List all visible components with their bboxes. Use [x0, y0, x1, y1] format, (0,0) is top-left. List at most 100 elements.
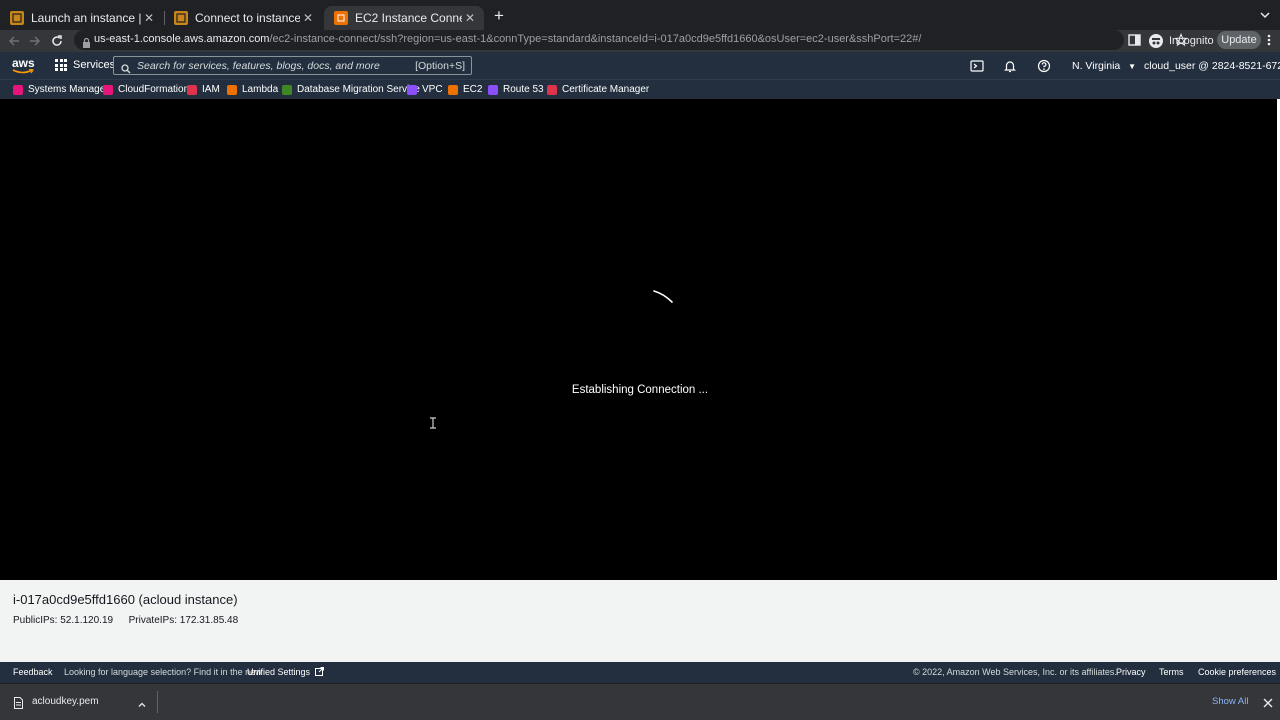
side-panel-icon[interactable] — [1128, 33, 1141, 47]
download-file-name[interactable]: acloudkey.pem — [32, 696, 99, 707]
favorite-vpc[interactable]: VPC — [407, 84, 443, 95]
lambda-icon — [227, 84, 237, 95]
account-label: cloud_user @ 2824-8521-6722 — [1144, 60, 1280, 72]
url-path: /ec2-instance-connect/ssh?region=us-east… — [269, 33, 922, 45]
aws-logo-text: aws — [12, 56, 35, 70]
search-icon — [121, 61, 131, 74]
more-vert-icon[interactable] — [1264, 33, 1274, 47]
address-bar[interactable]: us-east-1.console.aws.amazon.com/ec2-ins… — [74, 30, 1188, 50]
tab-launch-instance[interactable]: Launch an instance | EC2 Mana ✕ — [0, 6, 163, 30]
tab-title: Connect to instance | EC2 Man — [195, 11, 300, 25]
favorite-label: Database Migration Service — [297, 84, 420, 95]
browser-toolbar: us-east-1.console.aws.amazon.com/ec2-ins… — [0, 30, 1280, 52]
close-icon[interactable]: ✕ — [141, 11, 157, 25]
favorite-label: EC2 — [463, 84, 483, 95]
search-placeholder: Search for services, features, blogs, do… — [137, 60, 380, 72]
tab-connect-instance[interactable]: Connect to instance | EC2 Man ✕ — [164, 6, 322, 30]
favorites-bar: Systems Manager CloudFormation IAM Lambd… — [0, 79, 1280, 99]
close-icon[interactable]: ✕ — [300, 11, 316, 25]
terms-link[interactable]: Terms — [1159, 667, 1184, 677]
terminal-area[interactable] — [0, 99, 1277, 580]
route53-icon — [488, 84, 498, 95]
favorite-label: IAM — [202, 84, 220, 95]
help-icon[interactable] — [1037, 59, 1051, 73]
caret-down-icon: ▼ — [1128, 62, 1137, 71]
unified-settings-label: Unified Settings — [247, 667, 311, 677]
chevron-up-icon[interactable] — [137, 697, 147, 707]
tab-title: EC2 Instance Connect — [355, 11, 462, 25]
instance-ips: PublicIPs: 52.1.120.19 PrivateIPs: 172.3… — [13, 615, 238, 626]
close-icon[interactable]: ✕ — [462, 11, 478, 25]
incognito-icon — [1149, 34, 1163, 48]
show-all-link[interactable]: Show All — [1212, 696, 1248, 707]
favorite-label: CloudFormation — [118, 84, 190, 95]
region-selector[interactable]: N. Virginia ▼ — [1072, 60, 1136, 72]
tab-title: Launch an instance | EC2 Mana — [31, 11, 141, 25]
close-icon[interactable] — [1262, 696, 1274, 708]
incognito-indicator[interactable]: Incognito — [1149, 32, 1214, 50]
favorite-iam[interactable]: IAM — [187, 84, 220, 95]
favorite-cloudformation[interactable]: CloudFormation — [103, 84, 189, 95]
cloudformation-icon — [103, 84, 113, 95]
download-shelf: acloudkey.pem Show All — [0, 683, 1280, 720]
url-host: us-east-1.console.aws.amazon.com — [94, 33, 270, 45]
cloudshell-icon[interactable] — [970, 59, 984, 73]
services-menu-button[interactable]: Services — [55, 59, 115, 71]
text-cursor-icon — [429, 416, 437, 429]
search-shortcut: [Option+S] — [415, 60, 465, 72]
favorite-systems-manager[interactable]: Systems Manager — [13, 84, 109, 95]
cookie-preferences-link[interactable]: Cookie preferences — [1198, 667, 1276, 677]
connection-status: Establishing Connection ... — [571, 384, 709, 396]
aws-logo[interactable]: aws — [12, 56, 35, 74]
copyright-text: © 2022, Amazon Web Services, Inc. or its… — [913, 667, 1117, 677]
bell-icon[interactable] — [1003, 59, 1017, 73]
cube-icon — [10, 11, 24, 25]
url-text[interactable]: us-east-1.console.aws.amazon.com/ec2-ins… — [94, 33, 921, 45]
new-tab-button[interactable]: + — [490, 6, 508, 26]
database-migration-icon — [282, 84, 292, 95]
favorite-label: VPC — [422, 84, 443, 95]
favorite-certificate-manager[interactable]: Certificate Manager — [547, 84, 649, 95]
certificate-manager-icon — [547, 84, 557, 95]
lock-icon[interactable] — [82, 35, 91, 48]
instance-title: i-017a0cd9e5ffd1660 (acloud instance) — [13, 592, 238, 607]
services-label: Services — [73, 59, 116, 71]
favorite-route-53[interactable]: Route 53 — [488, 84, 544, 95]
vpc-icon — [407, 84, 417, 95]
forward-arrow-icon[interactable] — [27, 33, 43, 49]
feedback-link[interactable]: Feedback — [13, 667, 53, 677]
chevron-down-icon[interactable] — [1258, 8, 1272, 22]
favorite-ec2[interactable]: EC2 — [448, 84, 482, 95]
account-menu[interactable]: cloud_user @ 2824-8521-6722 ▼ — [1144, 60, 1280, 72]
favorite-label: Route 53 — [503, 84, 544, 95]
privacy-link[interactable]: Privacy — [1116, 667, 1146, 677]
browser-tab-bar: Launch an instance | EC2 Mana ✕ Connect … — [0, 0, 1280, 30]
reload-icon[interactable] — [49, 33, 65, 49]
cube-icon — [174, 11, 188, 25]
tab-ec2-instance-connect[interactable]: EC2 Instance Connect ✕ — [324, 6, 484, 30]
aws-footer: Feedback Looking for language selection?… — [0, 662, 1280, 683]
favorite-lambda[interactable]: Lambda — [227, 84, 278, 95]
external-link-icon — [314, 667, 324, 676]
instance-info-panel: i-017a0cd9e5ffd1660 (acloud instance) Pu… — [0, 580, 1280, 662]
incognito-label: Incognito — [1169, 35, 1214, 47]
download-divider — [157, 691, 158, 713]
favorite-label: Lambda — [242, 84, 279, 95]
ec2-icon — [448, 84, 458, 95]
aws-console-nav: aws Services Search for services, featur… — [0, 52, 1280, 79]
loading-spinner-icon — [650, 288, 676, 310]
back-arrow-icon[interactable] — [6, 33, 22, 49]
update-button[interactable]: Update — [1217, 31, 1261, 49]
private-ips: PrivateIPs: 172.31.85.48 — [128, 615, 239, 626]
favorite-database-migration-service[interactable]: Database Migration Service — [282, 84, 420, 95]
file-icon — [14, 696, 23, 709]
ec2-icon — [334, 11, 348, 25]
search-input[interactable]: Search for services, features, blogs, do… — [113, 56, 472, 75]
unified-settings-link[interactable]: Unified Settings — [247, 667, 324, 677]
grid-icon — [55, 59, 67, 71]
language-note: Looking for language selection? Find it … — [64, 667, 262, 677]
favorite-label: Certificate Manager — [562, 84, 650, 95]
favorite-label: Systems Manager — [28, 84, 109, 95]
systems-manager-icon — [13, 84, 23, 95]
region-label: N. Virginia — [1072, 60, 1121, 72]
